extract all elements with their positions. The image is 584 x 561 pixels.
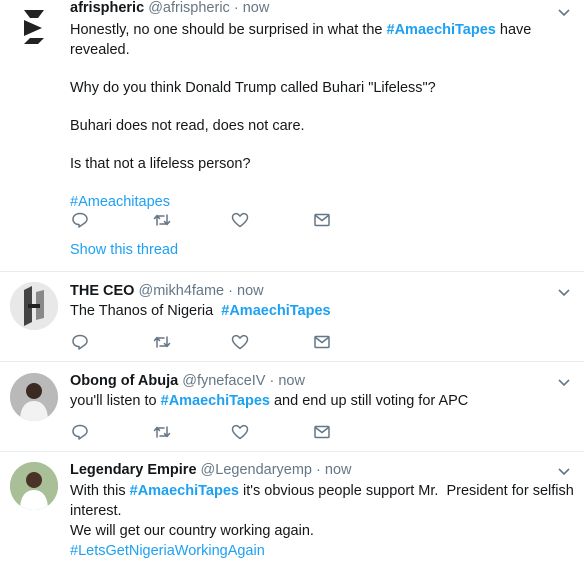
hashtag-link[interactable]: #AmaechiTapes xyxy=(221,303,330,319)
tweet-text: you'll listen to #AmaechiTapes and end u… xyxy=(70,391,468,411)
reply-button[interactable] xyxy=(70,210,90,230)
tweet-line: interest. xyxy=(70,503,122,519)
avatar[interactable] xyxy=(10,4,58,52)
display-name[interactable]: THE CEO xyxy=(70,283,134,299)
tweet-header: THE CEO @mikh4fame · now xyxy=(70,283,264,299)
handle[interactable]: @afrispheric xyxy=(148,0,230,16)
hashtag-link[interactable]: #LetsGetNigeriaWorkingAgain xyxy=(70,541,574,561)
tweet-obong-of-abuja: Obong of Abuja @fynefaceIV · now you'll … xyxy=(0,362,584,452)
text-span: it's obvious people support Mr. Presiden… xyxy=(238,483,574,499)
avatar[interactable] xyxy=(10,282,58,330)
tweet-line: Buhari does not read, does not care. xyxy=(70,118,305,134)
like-icon xyxy=(231,212,249,228)
tweet-text: Honestly, no one should be surprised in … xyxy=(70,20,584,212)
retweet-icon xyxy=(153,426,171,438)
tweet-text: With this #AmaechiTapes it's obvious peo… xyxy=(70,481,574,561)
hashtag-link[interactable]: #AmaechiTapes xyxy=(387,22,496,38)
separator: · xyxy=(224,283,238,299)
timestamp[interactable]: now xyxy=(278,373,305,389)
text-span: The Thanos of Nigeria xyxy=(70,303,222,319)
dm-button[interactable] xyxy=(312,422,332,442)
avatar[interactable] xyxy=(10,373,58,421)
retweet-icon xyxy=(153,214,171,226)
tweet-actions xyxy=(70,422,370,444)
display-name[interactable]: Legendary Empire xyxy=(70,462,197,478)
tweet-afrispheric: afrispheric @afrispheric · now Honestly,… xyxy=(0,0,584,272)
avatar-image-icon xyxy=(10,373,58,421)
like-button[interactable] xyxy=(230,422,250,442)
chevron-down-icon[interactable] xyxy=(556,4,572,20)
like-icon xyxy=(231,424,249,440)
text-span: and end up still voting for APC xyxy=(269,393,469,409)
tweet-line: Honestly, no one should be surprised in … xyxy=(70,20,584,60)
like-button[interactable] xyxy=(230,332,250,352)
tweet-line: Why do you think Donald Trump called Buh… xyxy=(70,80,436,96)
timestamp[interactable]: now xyxy=(243,0,270,16)
timestamp[interactable]: now xyxy=(237,283,264,299)
handle[interactable]: @mikh4fame xyxy=(138,283,224,299)
reply-icon xyxy=(72,424,88,440)
retweet-button[interactable] xyxy=(152,332,172,352)
separator: · xyxy=(265,373,279,389)
dm-icon xyxy=(314,425,330,439)
tweet-header: Obong of Abuja @fynefaceIV · now xyxy=(70,373,305,389)
tweet-line: With this #AmaechiTapes it's obvious peo… xyxy=(70,481,574,501)
tweet-header: afrispheric @afrispheric · now xyxy=(70,0,269,16)
like-icon xyxy=(231,334,249,350)
retweet-button[interactable] xyxy=(152,210,172,230)
separator: · xyxy=(312,462,325,478)
display-name[interactable]: Obong of Abuja xyxy=(70,373,178,389)
retweet-icon xyxy=(153,336,171,348)
reply-button[interactable] xyxy=(70,422,90,442)
separator: · xyxy=(229,0,243,16)
tweet-the-ceo: THE CEO @mikh4fame · now The Thanos of N… xyxy=(0,272,584,362)
hashtag-link[interactable]: #AmaechiTapes xyxy=(161,393,270,409)
reply-icon xyxy=(72,334,88,350)
tweet-legendary-empire: Legendary Empire @Legendaryemp · now Wit… xyxy=(0,452,584,559)
dm-button[interactable] xyxy=(312,332,332,352)
hashtag-link[interactable]: #Ameachitapes xyxy=(70,192,584,212)
reply-button[interactable] xyxy=(70,332,90,352)
text-span: Honestly, no one should be surprised in … xyxy=(70,22,387,38)
chevron-down-icon[interactable] xyxy=(556,374,572,390)
tweet-line: We will get our country working again. xyxy=(70,523,314,539)
tweet-text: The Thanos of Nigeria #AmaechiTapes xyxy=(70,301,331,321)
chevron-down-icon[interactable] xyxy=(556,284,572,300)
handle[interactable]: @Legendaryemp xyxy=(201,462,312,478)
timestamp[interactable]: now xyxy=(325,462,352,478)
like-button[interactable] xyxy=(230,210,250,230)
display-name[interactable]: afrispheric xyxy=(70,0,144,16)
tweet-line: Is that not a lifeless person? xyxy=(70,156,251,172)
tweet-actions xyxy=(70,332,370,354)
hashtag-link[interactable]: #AmaechiTapes xyxy=(130,483,239,499)
dm-icon xyxy=(314,335,330,349)
dm-icon xyxy=(314,213,330,227)
reply-icon xyxy=(72,212,88,228)
chevron-down-icon[interactable] xyxy=(556,463,572,479)
avatar[interactable] xyxy=(10,462,58,510)
avatar-image-icon xyxy=(10,282,58,330)
tweet-actions xyxy=(70,210,370,232)
tweet-header: Legendary Empire @Legendaryemp · now xyxy=(70,462,352,478)
dm-button[interactable] xyxy=(312,210,332,230)
avatar-image-icon xyxy=(10,462,58,510)
show-thread-link[interactable]: Show this thread xyxy=(70,242,178,258)
handle[interactable]: @fynefaceIV xyxy=(182,373,265,389)
text-span: you'll listen to xyxy=(70,393,161,409)
afrispheric-logo-icon xyxy=(24,10,44,44)
text-span: With this xyxy=(70,483,130,499)
retweet-button[interactable] xyxy=(152,422,172,442)
